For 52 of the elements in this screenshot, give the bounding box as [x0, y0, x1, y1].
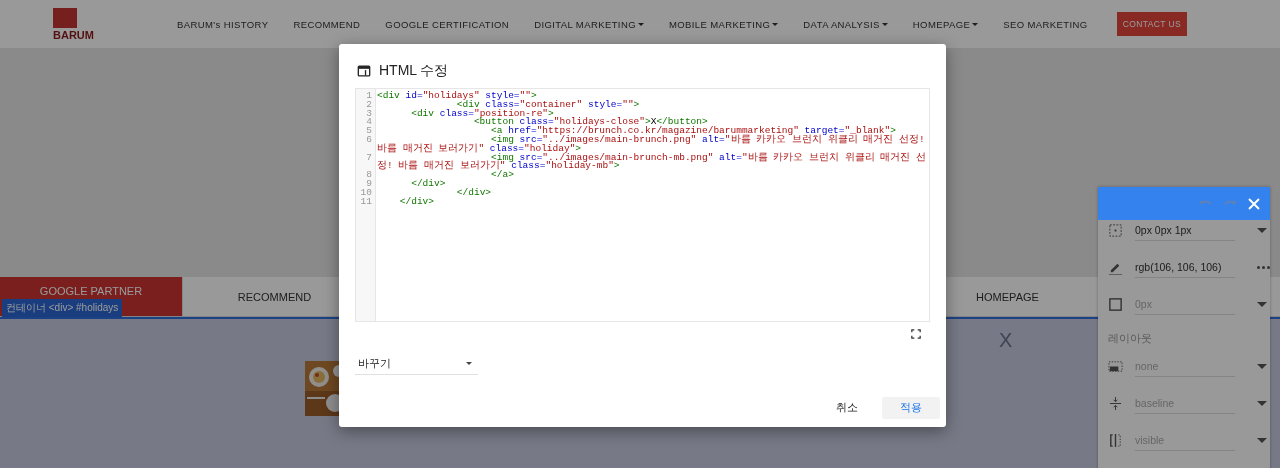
dropdown-icon[interactable] [1257, 401, 1267, 406]
mode-dropdown[interactable]: 바꾸기 [355, 353, 478, 375]
property-field[interactable]: 0px 0px 1px [1135, 220, 1235, 241]
code-line: </div> [410, 179, 447, 189]
dropdown-icon[interactable] [1257, 438, 1267, 443]
line-number: 6 [365, 136, 372, 147]
window-icon [357, 64, 371, 78]
code-line: </div> [398, 197, 436, 207]
line-number: 2 [365, 100, 372, 110]
square-icon [1108, 297, 1123, 312]
apply-button[interactable]: 적용 [882, 397, 940, 419]
line-number: 4 [365, 118, 372, 128]
property-field[interactable]: rgb(106, 106, 106) [1135, 257, 1235, 278]
caret-icon [466, 362, 472, 365]
line-number: 8 [365, 171, 372, 180]
logo-mark-icon[interactable] [53, 7, 77, 28]
border-icon [1108, 223, 1123, 238]
selection-tooltip: 컨테이너 <div> #holidays [2, 299, 123, 317]
nav-link[interactable]: SEO MARKETING [1003, 18, 1088, 30]
code-line: <div id="holidays" style=""> [376, 92, 537, 101]
more-icon[interactable] [1257, 266, 1270, 269]
dropdown-icon[interactable] [1257, 364, 1267, 369]
code-line: <div class="position-re"> [410, 109, 555, 119]
dropdown-icon[interactable] [1257, 228, 1267, 233]
code-line: <div class="container" style=""> [456, 100, 641, 110]
line-number: 10 [359, 188, 372, 198]
code-editor[interactable] [355, 88, 930, 322]
close-icon[interactable] [1246, 195, 1262, 212]
line-number: 11 [359, 197, 372, 207]
logo[interactable]: BARUM [53, 28, 94, 41]
overflow-icon [1108, 433, 1123, 448]
section-label: 레이아웃 [1108, 331, 1153, 346]
nav-link[interactable]: DATA ANALYSIS [803, 18, 888, 30]
line-number: 7 [365, 153, 372, 165]
line-number: 9 [365, 179, 372, 189]
nav-link[interactable]: HOMEPAGE [912, 18, 979, 30]
nav-link[interactable]: DIGITAL MARKETING [534, 18, 644, 30]
dialog-title: HTML 수정 [379, 62, 449, 80]
code-line: </a> [491, 171, 515, 180]
dropdown-icon[interactable] [1257, 302, 1267, 307]
nav-link[interactable]: MOBILE MARKETING [668, 18, 779, 30]
nav-link[interactable]: GOOGLE CERTIFICATION [385, 18, 510, 30]
line-number: 3 [365, 109, 372, 119]
nav-link[interactable]: RECOMMEND [293, 18, 361, 30]
code-line: </div> [455, 188, 493, 198]
line-number: 1 [365, 92, 372, 101]
background-icon [1108, 359, 1123, 374]
nav-link[interactable]: BARUM's HISTORY [177, 18, 269, 30]
line-number: 5 [365, 127, 372, 136]
vertical-align-icon [1108, 396, 1123, 411]
contact-button[interactable]: CONTACT US [1116, 12, 1188, 36]
fullscreen-icon[interactable] [911, 329, 921, 339]
